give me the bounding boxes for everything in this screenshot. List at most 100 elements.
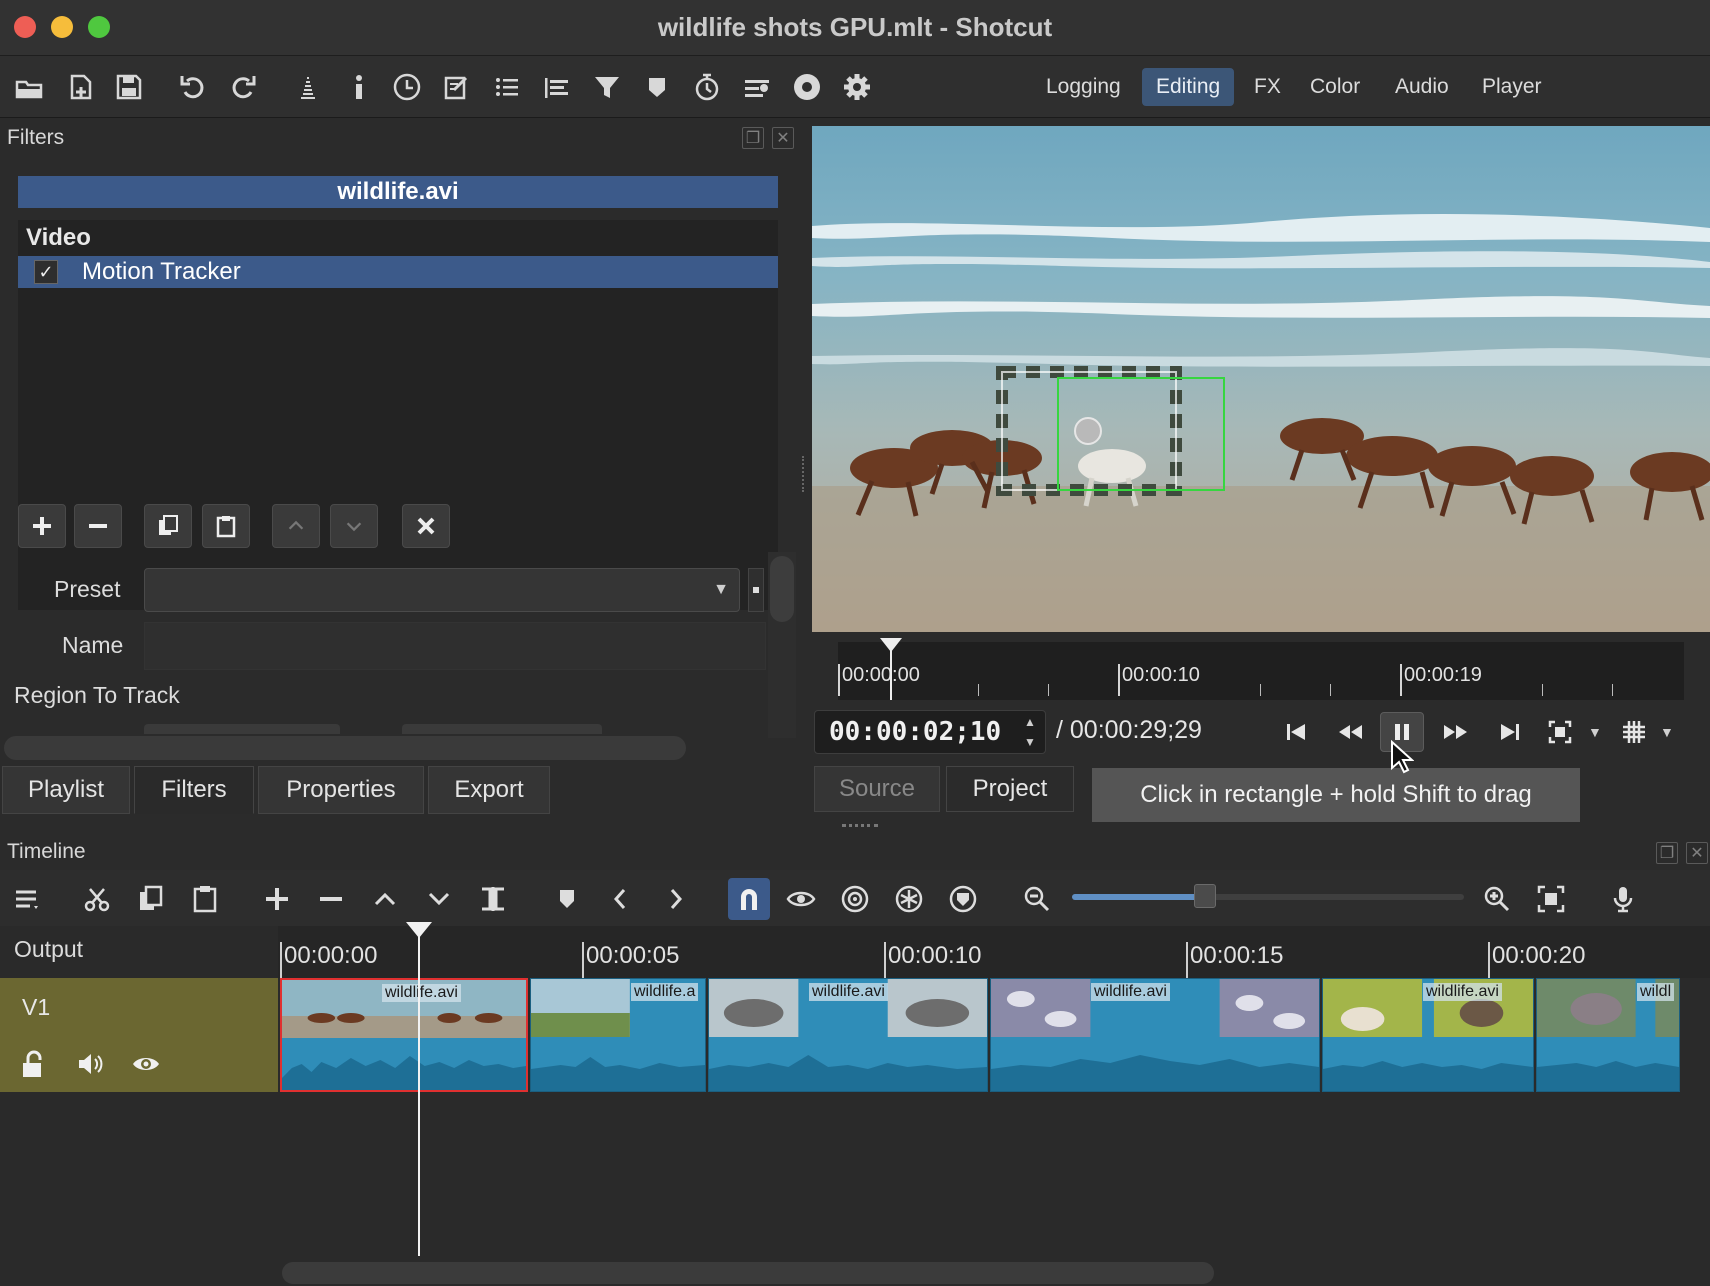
mute-icon[interactable] (72, 1046, 108, 1082)
tab-properties[interactable]: Properties (258, 766, 424, 814)
name-field[interactable] (144, 622, 766, 670)
open-icon[interactable] (12, 70, 46, 104)
filters-icon[interactable] (590, 70, 624, 104)
append-icon[interactable] (258, 880, 296, 918)
float-panel-icon[interactable]: ❐ (1656, 842, 1678, 864)
remove-filter-button[interactable] (74, 504, 122, 548)
tab-export[interactable]: Export (428, 766, 550, 814)
jobs-icon[interactable] (790, 70, 824, 104)
ripple-delete-icon[interactable] (312, 880, 350, 918)
layout-tab-player[interactable]: Player (1468, 68, 1556, 106)
track-header-v1[interactable]: V1 (0, 978, 278, 1092)
hide-icon[interactable] (128, 1046, 164, 1082)
open-other-icon[interactable] (64, 70, 98, 104)
zoom-in-icon[interactable] (1478, 880, 1516, 918)
scrub-while-dragging-icon[interactable] (782, 880, 820, 918)
layout-tab-audio[interactable]: Audio (1381, 68, 1463, 106)
timeline-playhead[interactable] (406, 922, 432, 938)
snap-icon[interactable] (728, 878, 770, 920)
timecode-spinner[interactable]: ▲ ▼ (1016, 712, 1044, 752)
previous-marker-icon[interactable] (602, 880, 640, 918)
timeline-clip[interactable]: wildlife.avi (708, 978, 988, 1092)
scrollbar-thumb[interactable] (770, 556, 794, 622)
chevron-down-icon[interactable]: ▼ (1660, 724, 1674, 740)
timeline-horizontal-scrollbar[interactable] (282, 1262, 1214, 1284)
tab-project[interactable]: Project (946, 766, 1074, 812)
peak-meter-icon[interactable] (291, 70, 325, 104)
properties-vertical-scrollbar[interactable] (768, 552, 796, 738)
deselect-filter-button[interactable] (402, 504, 450, 548)
move-filter-down-button[interactable] (330, 504, 378, 548)
filter-list[interactable]: Video ✓ Motion Tracker (18, 220, 778, 610)
tab-source[interactable]: Source (814, 766, 940, 812)
move-filter-up-button[interactable] (272, 504, 320, 548)
properties-horizontal-scrollbar[interactable] (4, 736, 686, 760)
overwrite-icon[interactable] (420, 880, 458, 918)
history-icon[interactable] (740, 70, 774, 104)
rewind-button[interactable] (1328, 712, 1372, 752)
save-icon[interactable] (112, 70, 146, 104)
region-x-field[interactable] (144, 724, 340, 734)
timeline-clip[interactable]: wildlife.avi (1322, 978, 1534, 1092)
timeline-clip[interactable]: wildlife.avi (280, 978, 528, 1092)
timeline-clip[interactable]: wildlife.a (530, 978, 706, 1092)
timeline-icon[interactable] (540, 70, 574, 104)
skip-to-start-button[interactable] (1274, 712, 1318, 752)
tab-filters[interactable]: Filters (134, 766, 254, 814)
playlist-icon[interactable] (490, 70, 524, 104)
copy-icon[interactable] (132, 880, 170, 918)
timeline-clip[interactable]: wildlife.avi (990, 978, 1320, 1092)
zoom-slider-handle[interactable] (1194, 884, 1216, 908)
ripple-all-tracks-icon[interactable] (890, 880, 928, 918)
panel-splitter[interactable] (842, 824, 878, 828)
split-icon[interactable] (474, 880, 512, 918)
markers-icon[interactable] (640, 70, 674, 104)
zoom-fit-icon[interactable] (1538, 712, 1582, 752)
notes-icon[interactable] (440, 70, 474, 104)
scrubber-label: 00:00:19 (1404, 664, 1482, 686)
close-panel-icon[interactable]: ✕ (772, 127, 794, 149)
copy-filter-button[interactable] (144, 504, 192, 548)
layout-tab-editing[interactable]: Editing (1142, 68, 1235, 106)
keyframes-icon[interactable] (690, 70, 724, 104)
layout-tab-logging[interactable]: Logging (1032, 68, 1135, 106)
region-y-field[interactable] (402, 724, 602, 734)
settings-icon[interactable] (840, 70, 874, 104)
add-filter-button[interactable] (18, 504, 66, 548)
close-panel-icon[interactable]: ✕ (1686, 842, 1708, 864)
record-audio-icon[interactable] (1604, 880, 1642, 918)
next-marker-icon[interactable] (656, 880, 694, 918)
marker-icon[interactable] (548, 880, 586, 918)
lift-icon[interactable] (366, 880, 404, 918)
recent-icon[interactable] (390, 70, 424, 104)
video-player-frame[interactable] (812, 126, 1710, 632)
chevron-down-icon[interactable]: ▼ (1588, 724, 1602, 740)
filter-enable-checkbox[interactable]: ✓ (34, 260, 58, 284)
fast-forward-button[interactable] (1434, 712, 1478, 752)
paste-filter-button[interactable] (202, 504, 250, 548)
preset-menu-button[interactable] (748, 568, 764, 612)
ripple-icon[interactable] (836, 880, 874, 918)
cut-icon[interactable] (78, 880, 116, 918)
skip-to-end-button[interactable] (1488, 712, 1532, 752)
grid-icon[interactable] (1612, 712, 1656, 752)
paste-icon[interactable] (186, 880, 224, 918)
undo-icon[interactable] (176, 70, 210, 104)
timeline-clip[interactable]: wildl (1536, 978, 1680, 1092)
preset-dropdown[interactable]: ▼ (144, 568, 740, 612)
lock-icon[interactable] (16, 1046, 52, 1082)
ripple-markers-icon[interactable] (944, 880, 982, 918)
player-scrubber[interactable] (838, 642, 1684, 700)
tab-playlist[interactable]: Playlist (2, 766, 130, 814)
timecode-field[interactable]: 00:00:02;10 (814, 710, 1046, 754)
panel-splitter[interactable] (802, 456, 806, 492)
zoom-fit-icon[interactable] (1532, 880, 1570, 918)
properties-icon[interactable] (342, 70, 376, 104)
layout-tab-color[interactable]: Color (1296, 68, 1374, 106)
zoom-out-icon[interactable] (1018, 880, 1056, 918)
filter-item-motion-tracker[interactable]: ✓ Motion Tracker (18, 256, 778, 288)
timeline-menu-icon[interactable] (8, 880, 46, 918)
float-panel-icon[interactable]: ❐ (742, 127, 764, 149)
layout-tab-fx[interactable]: FX (1240, 68, 1295, 106)
redo-icon[interactable] (226, 70, 260, 104)
